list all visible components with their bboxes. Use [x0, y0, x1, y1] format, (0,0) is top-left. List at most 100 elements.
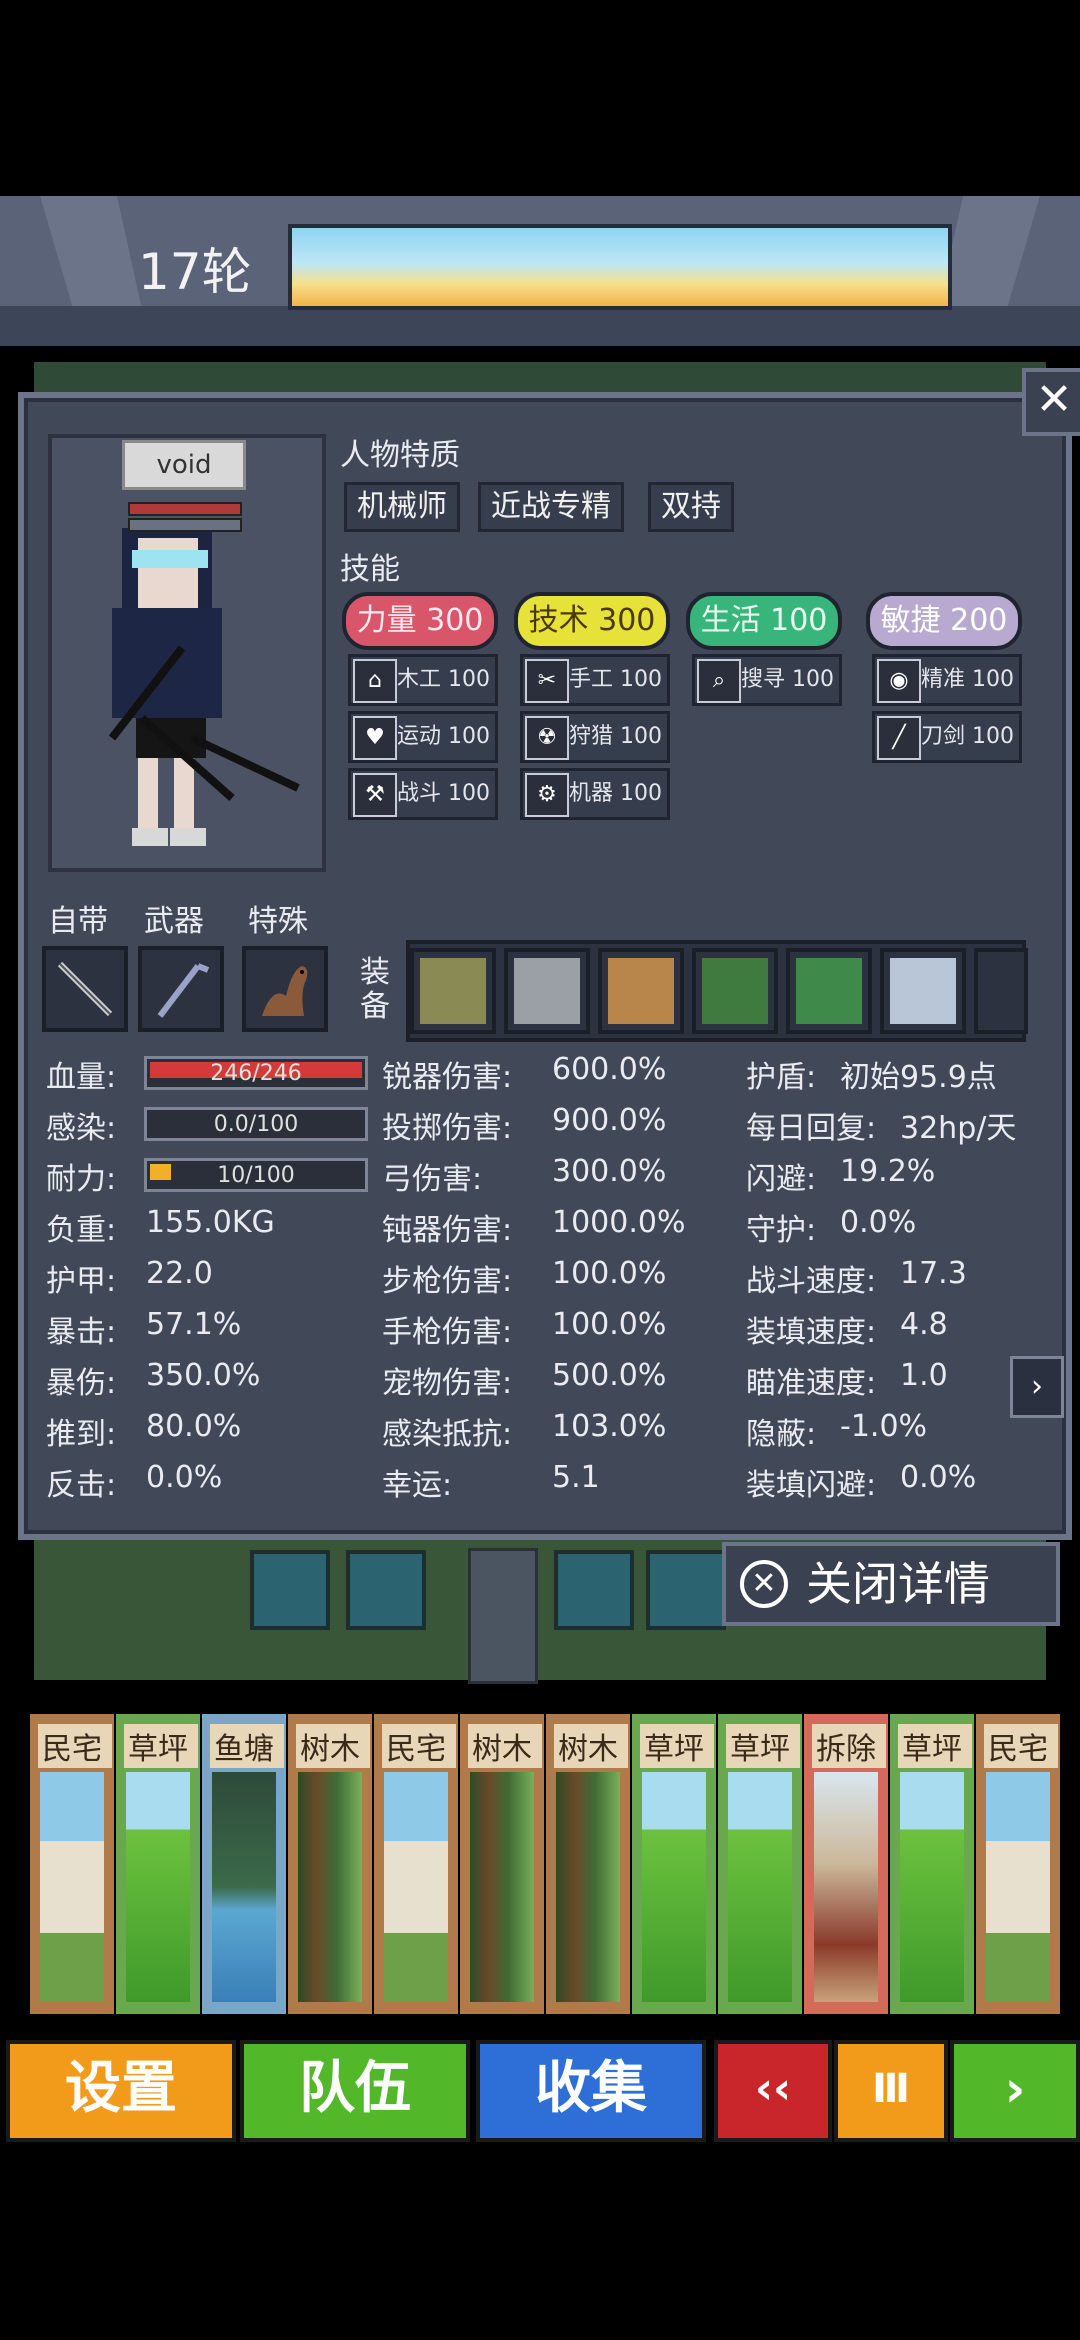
skill-category-pill[interactable]: 敏捷 200 [866, 592, 1022, 650]
close-icon[interactable]: ✕ [1022, 368, 1080, 436]
sub-skill-label: 木工 100 [397, 667, 490, 692]
sub-skill[interactable]: ⌕ 搜寻 100 [692, 654, 842, 706]
skill-category-pill[interactable]: 生活 100 [686, 592, 842, 650]
stat-label: 战斗速度: [746, 1264, 877, 1299]
tile-card[interactable]: 树木 [546, 1714, 630, 2014]
builtin-slot[interactable] [42, 946, 128, 1032]
sub-skill[interactable]: ✂ 手工 100 [520, 654, 670, 706]
sub-skill-label: 狩猎 100 [569, 724, 662, 749]
equip-slot[interactable] [880, 948, 966, 1034]
tile-card-label: 民宅 [38, 1724, 112, 1768]
equip-slot[interactable] [598, 948, 684, 1034]
sub-skill-label: 手工 100 [569, 667, 662, 692]
trait-tag[interactable]: 机械师 [344, 482, 460, 532]
sub-skill-label: 战斗 100 [397, 781, 490, 806]
stat-label: 钝器伤害: [382, 1213, 513, 1248]
stat-value: 19.2% [840, 1154, 936, 1189]
equip-label: 装备 [360, 955, 390, 1024]
sub-skill[interactable]: ◉ 精准 100 [872, 654, 1022, 706]
builtin-category-label: 自带 [48, 904, 108, 939]
tile-card[interactable]: 民宅 [30, 1714, 114, 2014]
sub-skill[interactable]: ☢ 狩猎 100 [520, 711, 670, 763]
scissors-icon: ✂ [525, 659, 569, 703]
close-circle-icon: ✕ [740, 1560, 788, 1608]
tile-card-art-tree [556, 1772, 620, 2002]
character-portrait [48, 434, 326, 872]
stat-label: 幸运: [382, 1468, 453, 1503]
weapon-slot[interactable] [138, 946, 224, 1032]
sub-skill[interactable]: ╱ 刀剑 100 [872, 711, 1022, 763]
stat-label: 守护: [746, 1213, 817, 1248]
team-button[interactable]: 队伍 [240, 2040, 470, 2142]
stat-bar-value: 0.0/100 [213, 1112, 299, 1137]
stat-bar-value: 10/100 [217, 1163, 295, 1188]
sub-skill[interactable]: ♥ 运动 100 [348, 711, 498, 763]
empty-equip-slot[interactable] [974, 948, 1028, 1034]
tile-card[interactable]: 草坪 [632, 1714, 716, 2014]
trait-tag[interactable]: 双持 [648, 482, 734, 532]
stat-value: 600.0% [552, 1052, 667, 1087]
sub-skill[interactable]: ⌂ 木工 100 [348, 654, 498, 706]
pause-button[interactable]: Ⅲ [834, 2040, 948, 2142]
stat-label: 耐力: [46, 1162, 117, 1197]
tile-card[interactable]: 树木 [460, 1714, 544, 2014]
sub-skill[interactable]: ⚒ 战斗 100 [348, 768, 498, 820]
tile-card-art-grass [642, 1772, 706, 2002]
stat-label: 手枪伤害: [382, 1315, 513, 1350]
stat-label: 投掷伤害: [382, 1111, 513, 1146]
rewind-button[interactable]: ‹‹ [714, 2040, 832, 2142]
tile-card[interactable]: 民宅 [374, 1714, 458, 2014]
first-aid-book-icon [796, 958, 862, 1024]
stat-label: 弓伤害: [382, 1162, 483, 1197]
collect-button[interactable]: 收集 [476, 2040, 706, 2142]
tile-card-art-tree [470, 1772, 534, 2002]
tile-card-art-house [986, 1772, 1050, 2002]
stat-value: 22.0 [146, 1256, 213, 1291]
character-name-tag: void [122, 440, 246, 490]
stat-value: 0.0% [900, 1460, 977, 1495]
tile-card-label: 民宅 [382, 1724, 456, 1768]
skill-category-pill[interactable]: 技术 300 [514, 592, 670, 650]
portrait-hp-bar [128, 502, 242, 516]
equip-slot[interactable] [410, 948, 496, 1034]
traits-title: 人物特质 [340, 438, 460, 473]
skill-category-pill[interactable]: 力量 300 [342, 592, 498, 650]
trait-tag[interactable]: 近战专精 [478, 482, 624, 532]
header-strip [0, 306, 1080, 346]
stat-value: 5.1 [552, 1460, 600, 1495]
stat-value: 17.3 [900, 1256, 967, 1291]
map-tile [250, 1550, 330, 1630]
stat-bar: 10/100 [144, 1158, 368, 1192]
tile-card[interactable]: 草坪 [718, 1714, 802, 2014]
sub-skill-label: 机器 100 [569, 781, 662, 806]
tile-card[interactable]: 鱼塘 [202, 1714, 286, 2014]
stat-label: 每日回复: [746, 1111, 877, 1146]
map-tile [554, 1550, 634, 1630]
sub-skill[interactable]: ⚙ 机器 100 [520, 768, 670, 820]
sub-skill-label: 刀剑 100 [921, 724, 1014, 749]
tile-card[interactable]: 树木 [288, 1714, 372, 2014]
tile-card[interactable]: 民宅 [976, 1714, 1060, 2014]
close-detail-label: 关闭详情 [806, 1557, 990, 1611]
special-slot[interactable] [242, 946, 328, 1032]
magnifier-icon: ⌕ [697, 659, 741, 703]
close-detail-button[interactable]: ✕ 关闭详情 [722, 1542, 1060, 1626]
stat-value: 900.0% [552, 1103, 667, 1138]
stat-value: 500.0% [552, 1358, 667, 1393]
equip-slot[interactable] [504, 948, 590, 1034]
stat-label: 隐蔽: [746, 1417, 817, 1452]
stat-bar: 246/246 [144, 1056, 368, 1090]
tile-card[interactable]: 拆除 [804, 1714, 888, 2014]
chevron-right-icon[interactable]: › [1010, 1356, 1064, 1418]
play-button[interactable]: › [950, 2040, 1080, 2142]
tile-card[interactable]: 草坪 [116, 1714, 200, 2014]
equip-slot[interactable] [692, 948, 778, 1034]
equip-slot[interactable] [786, 948, 872, 1034]
stat-value: 100.0% [552, 1256, 667, 1291]
tile-card-label: 草坪 [726, 1724, 800, 1768]
stat-value: 80.0% [146, 1409, 242, 1444]
settings-button[interactable]: 设置 [6, 2040, 236, 2142]
stat-value: 300.0% [552, 1154, 667, 1189]
tile-card[interactable]: 草坪 [890, 1714, 974, 2014]
blade-icon: ╱ [877, 716, 921, 760]
